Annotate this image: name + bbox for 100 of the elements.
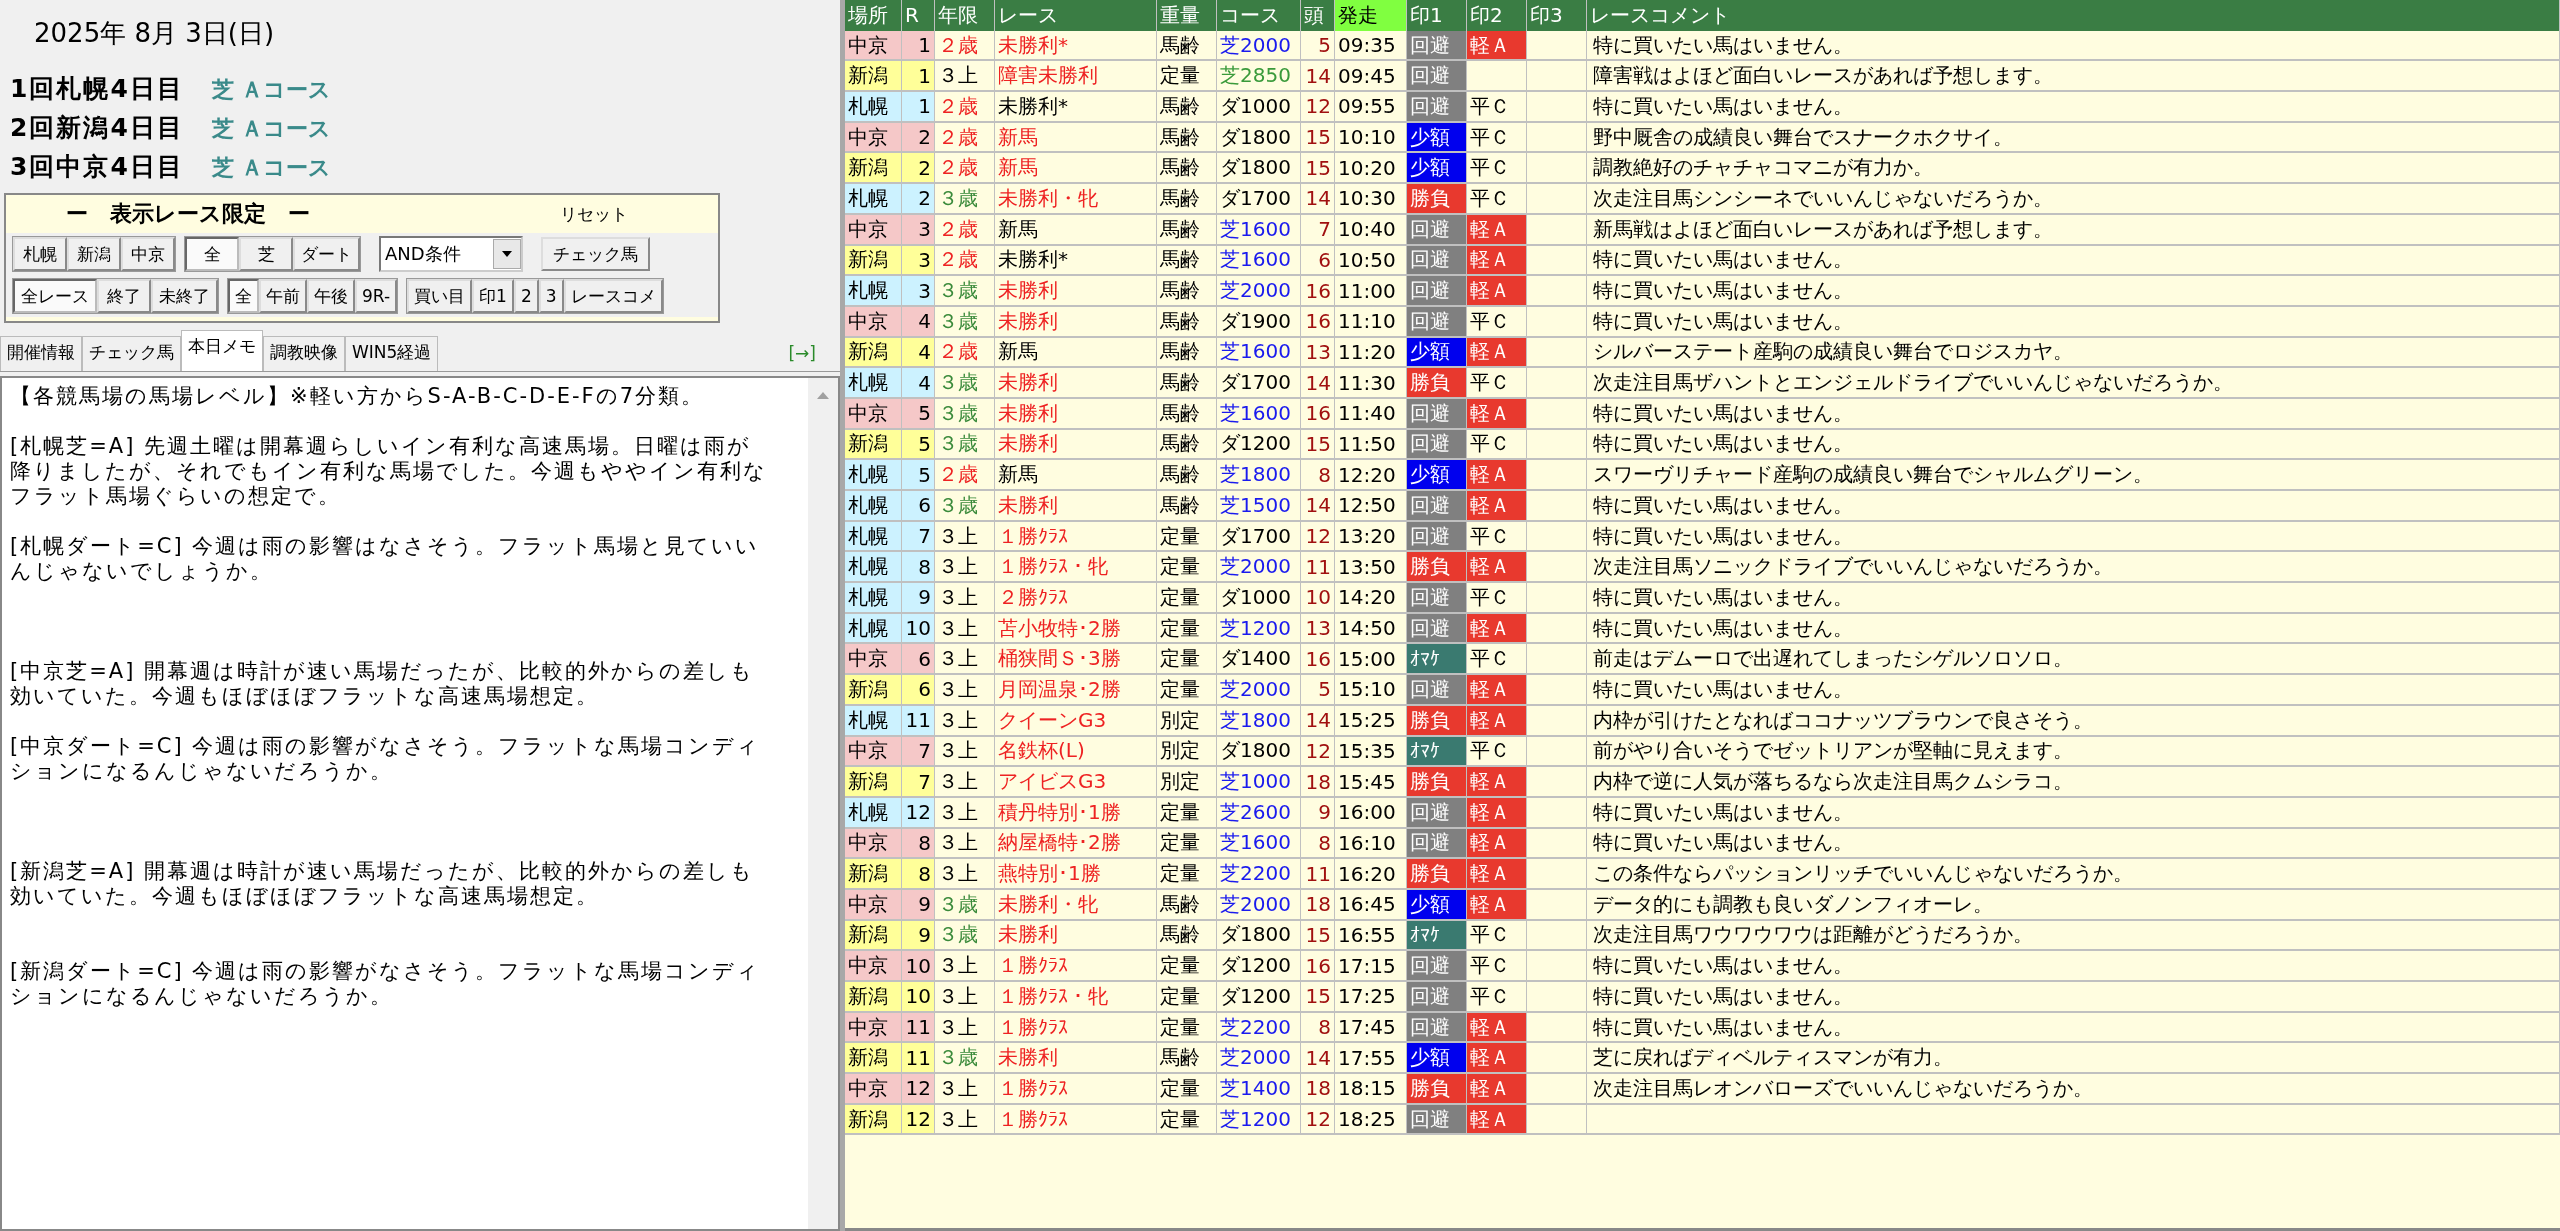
race-name-cell: 新馬: [995, 460, 1157, 491]
status-button[interactable]: 未終了: [151, 279, 218, 313]
time-button[interactable]: 午前: [259, 279, 307, 313]
venue-cell: 中京: [845, 951, 902, 982]
weight-cell: 馬齢: [1157, 153, 1217, 185]
empty-cell: [1527, 429, 1587, 461]
runners-cell: 15: [1301, 153, 1335, 185]
weight-cell: 定量: [1157, 644, 1217, 676]
tab[interactable]: 本日メモ: [181, 330, 263, 371]
runners-cell: 14: [1301, 491, 1335, 522]
scroll-up-icon[interactable]: [816, 390, 830, 400]
course-cell: 芝2200: [1217, 859, 1301, 890]
venue-cell: 中京: [845, 214, 902, 246]
mark-cell: 勝負: [1407, 552, 1467, 584]
weight-cell: 馬齢: [1157, 337, 1217, 369]
tab[interactable]: 開催情報: [0, 336, 82, 371]
mark-cell: 少額: [1407, 153, 1467, 185]
surface-button[interactable]: ダート: [293, 237, 360, 271]
check-horse-button[interactable]: チェック馬: [541, 237, 650, 271]
mark-cell: 軽Ａ: [1467, 491, 1527, 522]
weight-cell: 馬齢: [1157, 1043, 1217, 1075]
mark-cell: 軽Ａ: [1467, 214, 1527, 246]
action-button[interactable]: 2: [513, 279, 539, 313]
comment-cell: 特に買いたい馬はいません。: [1587, 521, 2560, 553]
race-name-cell: 未勝利*: [995, 92, 1157, 123]
mark-cell: 回避: [1407, 398, 1467, 430]
age-cell: ２歳: [935, 460, 995, 491]
surface-button[interactable]: 全: [185, 237, 239, 271]
weight-cell: 馬齢: [1157, 306, 1217, 338]
expand-link[interactable]: [→]: [788, 343, 816, 363]
weight-cell: 定量: [1157, 675, 1217, 706]
tab[interactable]: WIN5経過: [345, 336, 439, 371]
mark-cell: 回避: [1407, 828, 1467, 860]
action-button[interactable]: 印1: [472, 279, 514, 313]
course-cell: 芝1400: [1217, 1074, 1301, 1105]
race-number-cell: 5: [902, 398, 935, 430]
scrollbar[interactable]: [808, 378, 838, 1229]
comment-cell: 内枠が引けたとなればココナッツブラウンで良さそう。: [1587, 705, 2560, 737]
race-name-cell: 未勝利: [995, 276, 1157, 307]
runners-cell: 8: [1301, 828, 1335, 860]
status-button[interactable]: 全レース: [13, 279, 97, 313]
action-button[interactable]: 3: [538, 279, 564, 313]
race-number-cell: 5: [902, 429, 935, 461]
age-cell: ３上: [935, 736, 995, 768]
race-name-cell: ２勝ｸﾗｽ: [995, 583, 1157, 614]
course-cell: 芝1600: [1217, 337, 1301, 369]
column-header: R: [902, 0, 935, 31]
reset-link[interactable]: リセット: [560, 202, 628, 226]
action-button[interactable]: 買い目: [407, 279, 473, 313]
race-name-cell: 新馬: [995, 337, 1157, 369]
age-cell: ３上: [935, 859, 995, 890]
venue-button[interactable]: 中京: [121, 237, 175, 271]
mark-cell: 勝負: [1407, 184, 1467, 215]
condition-dropdown[interactable]: AND条件: [379, 236, 523, 272]
course-cell: 芝1800: [1217, 705, 1301, 737]
mark-cell: 回避: [1407, 276, 1467, 307]
venue-button[interactable]: 札幌: [13, 237, 67, 271]
race-name-cell: 燕特別･1勝: [995, 859, 1157, 890]
age-cell: ３歳: [935, 889, 995, 921]
comment-cell: 次走注目馬ソニックドライブでいいんじゃないだろうか。: [1587, 552, 2560, 584]
mark-cell: 軽Ａ: [1467, 613, 1527, 645]
time-button[interactable]: 9R-: [355, 279, 398, 313]
venue-cell: 新潟: [845, 767, 902, 798]
race-number-cell: 8: [902, 828, 935, 860]
time-button[interactable]: 全: [228, 279, 259, 313]
comment-cell: 次走注目馬ワウワウワウは距離がどうだろうか。: [1587, 920, 2560, 952]
race-number-cell: 6: [902, 675, 935, 706]
runners-cell: 16: [1301, 951, 1335, 982]
race-name-cell: １勝ｸﾗｽ: [995, 521, 1157, 553]
status-button[interactable]: 終了: [97, 279, 151, 313]
comment-cell: シルバーステート産駒の成績良い舞台でロジスカヤ。: [1587, 337, 2560, 369]
race-name-cell: 未勝利・牝: [995, 184, 1157, 215]
race-name-cell: １勝ｸﾗｽ・牝: [995, 552, 1157, 584]
age-cell: ３歳: [935, 920, 995, 952]
venue-cell: 札幌: [845, 92, 902, 123]
comment-cell: 特に買いたい馬はいません。: [1587, 429, 2560, 461]
weight-cell: 定量: [1157, 61, 1217, 93]
race-number-cell: 7: [902, 736, 935, 768]
action-button[interactable]: レースコメ: [563, 279, 663, 313]
race-name-cell: １勝ｸﾗｽ・牝: [995, 982, 1157, 1013]
race-name-cell: １勝ｸﾗｽ: [995, 1104, 1157, 1136]
race-number-cell: 10: [902, 951, 935, 982]
tab[interactable]: 調教映像: [263, 336, 345, 371]
venue-button[interactable]: 新潟: [67, 237, 121, 271]
surface-button[interactable]: 芝: [239, 237, 293, 271]
venue-cell: 中京: [845, 122, 902, 154]
meeting-name: 2回新潟4日目: [10, 112, 184, 144]
age-cell: ３歳: [935, 1043, 995, 1075]
race-number-cell: 2: [902, 184, 935, 215]
venue-cell: 新潟: [845, 61, 902, 93]
venue-cell: 札幌: [845, 184, 902, 215]
empty-cell: [1527, 982, 1587, 1013]
age-cell: ３歳: [935, 491, 995, 522]
runners-cell: 16: [1301, 644, 1335, 676]
column-header: 印3: [1527, 0, 1587, 31]
mark-cell: ｵﾏｹ: [1407, 736, 1467, 768]
time-button[interactable]: 午後: [307, 279, 355, 313]
weight-cell: 定量: [1157, 859, 1217, 890]
venue-cell: 新潟: [845, 859, 902, 890]
mark-cell: 軽Ａ: [1467, 1104, 1527, 1136]
